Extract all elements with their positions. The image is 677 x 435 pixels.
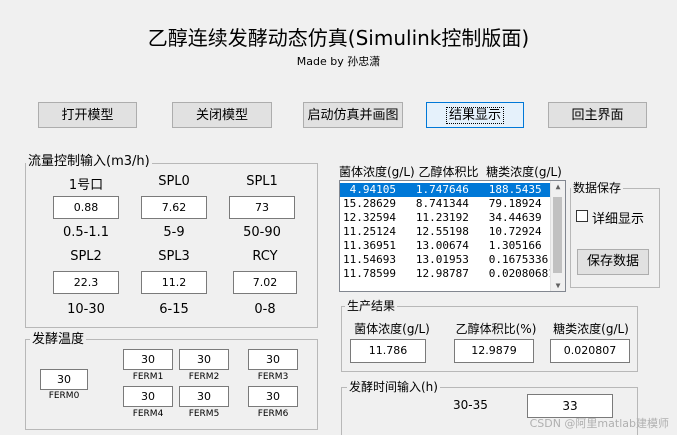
main-menu-button[interactable]: 回主界面 [548,102,647,128]
close-model-button[interactable]: 关闭模型 [172,102,272,128]
flow-range-spl1: 50-90 [243,225,281,240]
biomass-output: 11.786 [350,339,426,363]
ferm3-input[interactable]: 30 [248,349,298,370]
list-item[interactable]: 12.32594 11.23192 34.44639 [340,211,565,225]
watermark-text: CSDN @阿里matlab建模师 [529,417,669,430]
list-item[interactable]: 11.25124 12.55198 10.72924 [340,225,565,239]
scroll-down-icon[interactable]: ▼ [551,281,565,290]
results-listbox[interactable]: 4.94105 1.747646 188.5435 15.28629 8.741… [339,180,566,292]
flow-input-rcy[interactable]: 7.02 [233,271,297,294]
list-item[interactable]: 15.28629 8.741344 79.18924 [340,197,565,211]
flow-input-spl2[interactable]: 22.3 [53,271,119,294]
ferm1-label: FERM1 [132,372,164,382]
flow-input-port1[interactable]: 0.88 [53,196,119,219]
ferm6-label: FERM6 [257,409,289,419]
flow-label-spl3: SPL3 [158,249,190,264]
ferm-time-title: 发酵时间输入(h) [347,379,440,395]
detail-display-label: 详细显示 [592,212,645,227]
ferm-temp-title: 发酵温度 [30,332,87,348]
ferm-time-range: 30-35 [453,398,488,412]
ethanol-ratio-output: 12.9879 [454,339,534,363]
ethanol-ratio-label: 乙醇体积比(%) [455,322,537,336]
ferm4-input[interactable]: 30 [123,386,173,407]
ferm3-label: FERM3 [257,372,289,382]
flow-label-port1: 1号口 [68,178,104,193]
detail-display-checkbox[interactable] [576,210,588,222]
production-results-title: 生产结果 [345,298,398,314]
flow-range-rcy: 0-8 [254,302,276,317]
flow-range-port1: 0.5-1.1 [62,225,110,240]
biomass-label: 菌体浓度(g/L) [354,322,430,336]
ferm6-input[interactable]: 30 [248,386,298,407]
scroll-up-icon[interactable]: ▲ [551,182,565,191]
ferm1-input[interactable]: 30 [123,349,173,370]
ferm4-label: FERM4 [132,409,164,419]
ferm0-input[interactable]: 30 [40,369,88,390]
ferm2-label: FERM2 [188,372,220,382]
sugar-concentration-label: 糖类浓度(g/L) [553,322,629,336]
page-subtitle: Made by 孙忠潇 [296,55,381,68]
flow-control-title: 流量控制输入(m3/h) [26,154,152,170]
flow-label-spl2: SPL2 [70,249,102,264]
flow-label-spl1: SPL1 [246,174,278,189]
ferm5-label: FERM5 [188,409,220,419]
flow-label-rcy: RCY [252,249,278,264]
scrollbar-thumb[interactable] [553,197,562,273]
flow-input-spl0[interactable]: 7.62 [141,196,207,219]
flow-input-spl3[interactable]: 11.2 [141,271,207,294]
list-item[interactable]: 11.36951 13.00674 1.305166 [340,239,565,253]
open-model-button[interactable]: 打开模型 [38,102,137,128]
ferm5-input[interactable]: 30 [179,386,229,407]
ferm2-input[interactable]: 30 [179,349,229,370]
results-list-header: 菌体浓度(g/L) 乙醇体积比 糖类浓度(g/L) [339,165,562,179]
show-result-button[interactable]: 结果显示 [426,102,524,128]
list-item[interactable]: 11.54693 13.01953 0.1675336 [340,253,565,267]
list-item[interactable]: 11.78599 12.98787 0.02080681 [340,267,565,281]
flow-range-spl3: 6-15 [159,302,189,317]
ferm0-label: FERM0 [48,391,80,401]
flow-range-spl2: 10-30 [67,302,105,317]
sugar-concentration-output: 0.020807 [550,339,630,363]
list-item[interactable]: 4.94105 1.747646 188.5435 [340,183,565,197]
flow-label-spl0: SPL0 [158,174,190,189]
save-data-button[interactable]: 保存数据 [577,249,649,275]
flow-input-spl1[interactable]: 73 [229,196,295,219]
flow-range-spl0: 5-9 [163,225,185,240]
page-title: 乙醇连续发酵动态仿真(Simulink控制版面) [147,26,530,50]
list-scrollbar[interactable]: ▲ ▼ [550,181,565,291]
run-simulation-plot-button[interactable]: 启动仿真并画图 [303,102,403,128]
data-save-title: 数据保存 [571,180,624,196]
